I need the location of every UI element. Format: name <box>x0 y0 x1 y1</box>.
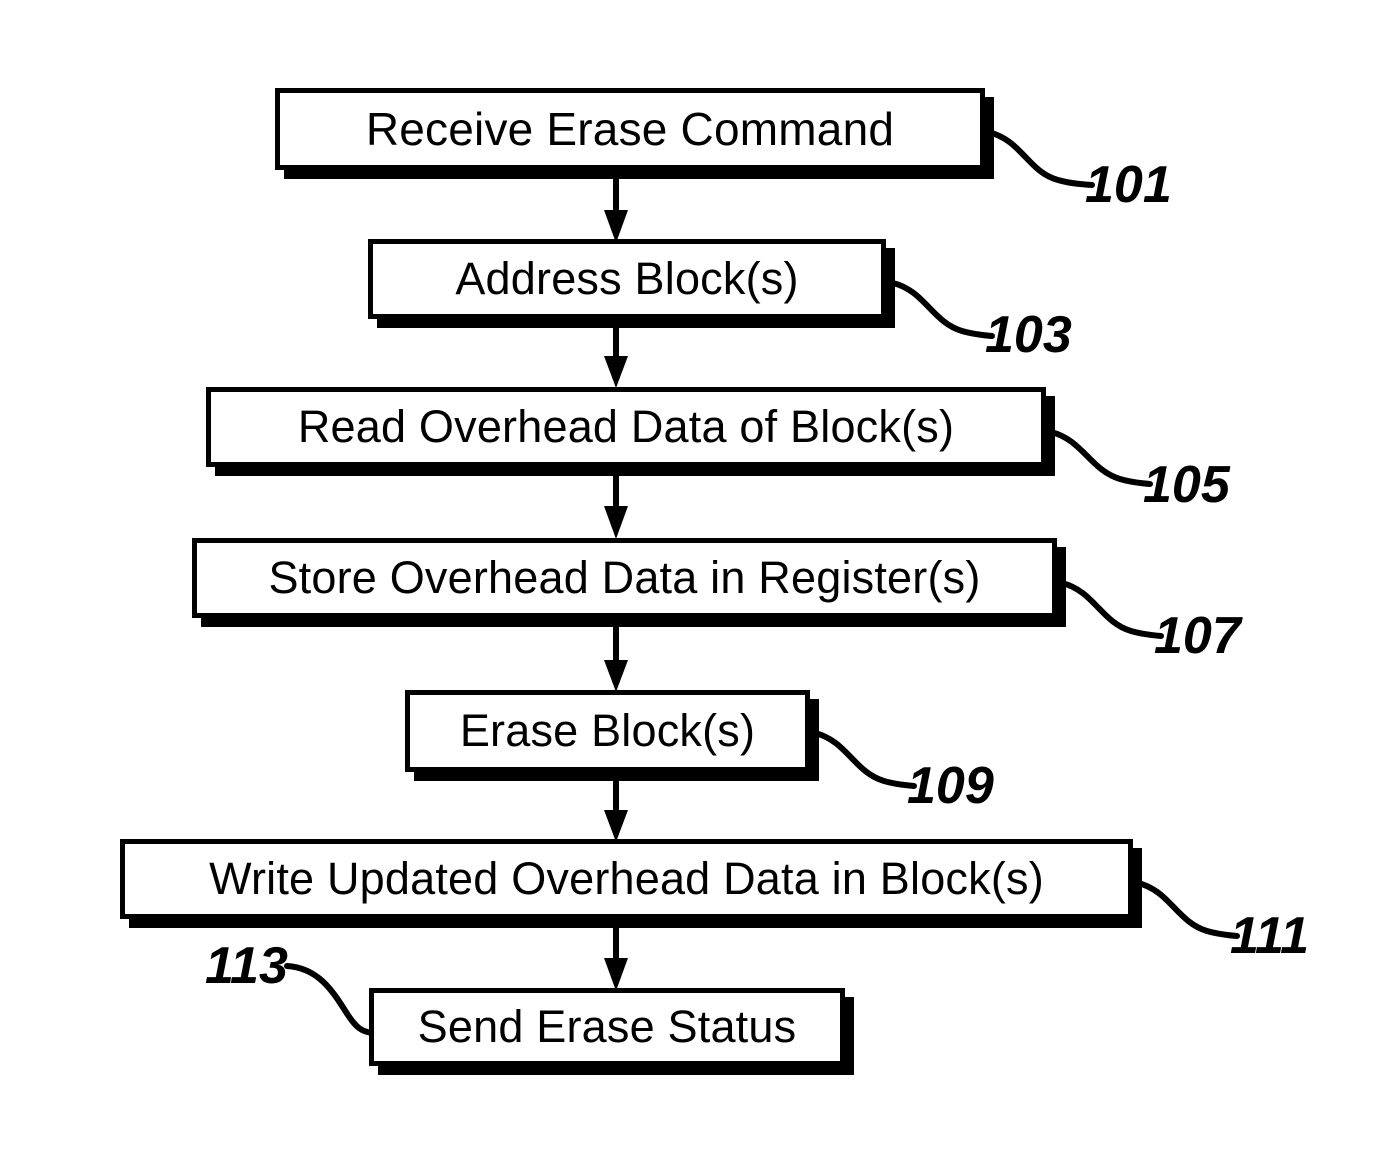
flowchart-canvas: Receive Erase Command Address Block(s) R… <box>0 0 1391 1170</box>
process-box-address-blocks[interactable]: Address Block(s) <box>368 239 886 319</box>
process-box-label: Write Updated Overhead Data in Block(s) <box>209 853 1044 904</box>
process-box-read-overhead-data[interactable]: Read Overhead Data of Block(s) <box>206 387 1046 467</box>
process-box-label: Address Block(s) <box>455 253 799 304</box>
process-box-receive-erase-command[interactable]: Receive Erase Command <box>275 88 985 170</box>
process-box-label: Receive Erase Command <box>365 103 895 155</box>
process-box-label: Read Overhead Data of Block(s) <box>297 401 955 452</box>
reference-numeral-111: 111 <box>1230 907 1310 965</box>
process-box-label: Erase Block(s) <box>459 705 756 756</box>
reference-numeral-105: 105 <box>1143 456 1230 514</box>
reference-numeral-109: 109 <box>907 757 994 815</box>
process-box-label: Store Overhead Data in Register(s) <box>268 552 981 603</box>
process-box-erase-blocks[interactable]: Erase Block(s) <box>405 690 810 772</box>
reference-numeral-103: 103 <box>985 306 1072 364</box>
reference-numeral-101: 101 <box>1085 156 1172 214</box>
reference-numeral-107: 107 <box>1154 607 1241 665</box>
process-box-send-erase-status[interactable]: Send Erase Status <box>369 988 845 1066</box>
process-box-store-overhead-data[interactable]: Store Overhead Data in Register(s) <box>192 538 1057 618</box>
reference-numeral-113: 113 <box>205 937 288 995</box>
process-box-label: Send Erase Status <box>417 1001 797 1052</box>
process-box-write-updated-overhead-data[interactable]: Write Updated Overhead Data in Block(s) <box>120 839 1133 919</box>
